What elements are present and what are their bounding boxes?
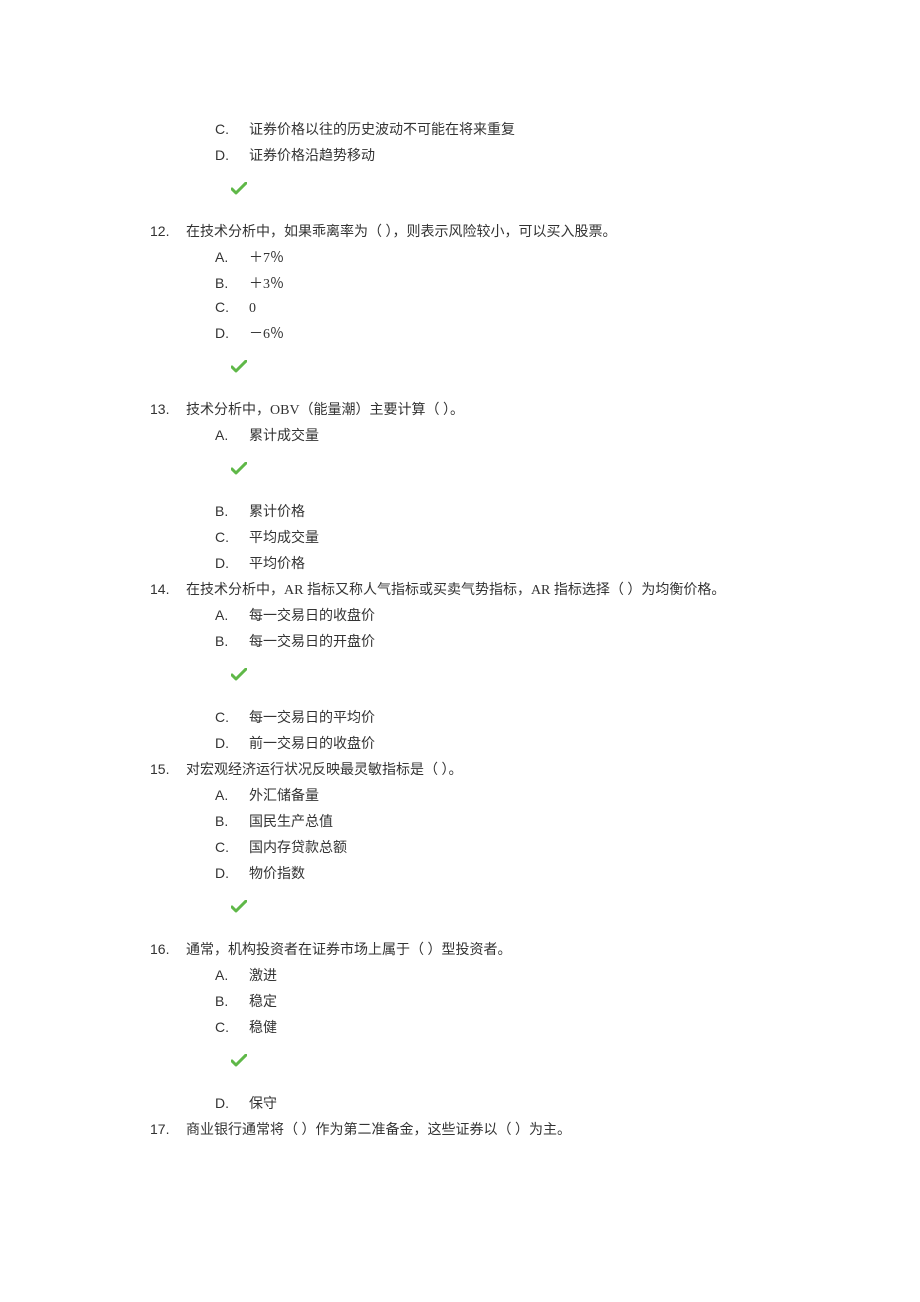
option-letter: C. xyxy=(215,709,249,725)
option-row: C. 平均成交量 xyxy=(215,524,780,550)
option-text: ＋7％ xyxy=(249,247,284,267)
question-text: 技术分析中，OBV（能量潮）主要计算（ ）。 xyxy=(186,399,464,419)
option-letter: D. xyxy=(215,735,249,751)
option-row: C. 稳健 xyxy=(215,1014,780,1040)
question-stem: 17. 商业银行通常将（ ）作为第二准备金，这些证券以（ ）为主。 xyxy=(150,1116,780,1142)
option-text: 每一交易日的收盘价 xyxy=(249,605,375,625)
option-letter: B. xyxy=(215,275,249,291)
option-letter: C. xyxy=(215,529,249,545)
correct-mark-row xyxy=(231,360,780,378)
option-text: 物价指数 xyxy=(249,863,305,883)
question-text: 在技术分析中，如果乖离率为（ ），则表示风险较小，可以买入股票。 xyxy=(186,221,617,241)
correct-mark-row xyxy=(231,1054,780,1072)
check-icon xyxy=(231,360,780,374)
option-row: D. 物价指数 xyxy=(215,860,780,886)
option-letter: B. xyxy=(215,633,249,649)
option-letter: B. xyxy=(215,813,249,829)
option-letter: A. xyxy=(215,787,249,803)
option-row: C. 每一交易日的平均价 xyxy=(215,704,780,730)
option-row: A. 每一交易日的收盘价 xyxy=(215,602,780,628)
question-stem: 16. 通常，机构投资者在证券市场上属于（ ）型投资者。 xyxy=(150,936,780,962)
option-row: C. 0 xyxy=(215,296,780,320)
option-letter: D. xyxy=(215,147,249,163)
check-icon xyxy=(231,900,780,914)
option-text: 累计价格 xyxy=(249,501,305,521)
option-letter: D. xyxy=(215,325,249,341)
option-row: C. 国内存贷款总额 xyxy=(215,834,780,860)
check-icon xyxy=(231,182,780,196)
question-text: 对宏观经济运行状况反映最灵敏指标是（ ）。 xyxy=(186,759,463,779)
question-text: 商业银行通常将（ ）作为第二准备金，这些证券以（ ）为主。 xyxy=(186,1119,571,1139)
check-icon xyxy=(231,462,780,476)
option-text: 累计成交量 xyxy=(249,425,319,445)
option-letter: A. xyxy=(215,967,249,983)
correct-mark-row xyxy=(231,462,780,480)
option-row: D. 前一交易日的收盘价 xyxy=(215,730,780,756)
option-text: 每一交易日的开盘价 xyxy=(249,631,375,651)
option-text: ＋3％ xyxy=(249,273,284,293)
option-row: B. 累计价格 xyxy=(215,498,780,524)
question-text: 通常，机构投资者在证券市场上属于（ ）型投资者。 xyxy=(186,939,512,959)
option-text: 前一交易日的收盘价 xyxy=(249,733,375,753)
option-row: D. 平均价格 xyxy=(215,550,780,576)
question-number: 15. xyxy=(150,761,186,777)
question-number: 17. xyxy=(150,1121,186,1137)
option-letter: C. xyxy=(215,1019,249,1035)
question-number: 13. xyxy=(150,401,186,417)
question-number: 16. xyxy=(150,941,186,957)
option-letter: B. xyxy=(215,503,249,519)
option-row: B. 稳定 xyxy=(215,988,780,1014)
option-row: A. 累计成交量 xyxy=(215,422,780,448)
option-text: 稳定 xyxy=(249,991,277,1011)
option-letter: A. xyxy=(215,607,249,623)
question-stem: 12. 在技术分析中，如果乖离率为（ ），则表示风险较小，可以买入股票。 xyxy=(150,218,780,244)
option-text: 平均成交量 xyxy=(249,527,319,547)
correct-mark-row xyxy=(231,668,780,686)
option-letter: C. xyxy=(215,839,249,855)
option-letter: A. xyxy=(215,427,249,443)
question-text: 在技术分析中，AR 指标又称人气指标或买卖气势指标，AR 指标选择（ ）为均衡价… xyxy=(186,579,725,599)
option-text: 国内存贷款总额 xyxy=(249,837,347,857)
option-text: 激进 xyxy=(249,965,277,985)
option-row: B. 每一交易日的开盘价 xyxy=(215,628,780,654)
correct-mark-row xyxy=(231,182,780,200)
option-letter: C. xyxy=(215,121,249,137)
option-letter: D. xyxy=(215,1095,249,1111)
question-stem: 13. 技术分析中，OBV（能量潮）主要计算（ ）。 xyxy=(150,396,780,422)
option-text: 国民生产总值 xyxy=(249,811,333,831)
option-text: 0 xyxy=(249,301,256,317)
option-row: A. ＋7％ xyxy=(215,244,780,270)
option-row: B. 国民生产总值 xyxy=(215,808,780,834)
option-row: D. 证券价格沿趋势移动 xyxy=(215,142,780,168)
question-stem: 15. 对宏观经济运行状况反映最灵敏指标是（ ）。 xyxy=(150,756,780,782)
option-row: A. 外汇储备量 xyxy=(215,782,780,808)
option-letter: B. xyxy=(215,993,249,1009)
question-number: 12. xyxy=(150,223,186,239)
option-text: 平均价格 xyxy=(249,553,305,573)
option-text: 证券价格以往的历史波动不可能在将来重复 xyxy=(249,119,515,139)
option-text: 外汇储备量 xyxy=(249,785,319,805)
option-text: 证券价格沿趋势移动 xyxy=(249,145,375,165)
option-text: 保守 xyxy=(249,1093,277,1113)
option-text: 每一交易日的平均价 xyxy=(249,707,375,727)
option-row: D. －6％ xyxy=(215,320,780,346)
option-text: 稳健 xyxy=(249,1017,277,1037)
correct-mark-row xyxy=(231,900,780,918)
check-icon xyxy=(231,1054,780,1068)
option-row: D. 保守 xyxy=(215,1090,780,1116)
page-content: C. 证券价格以往的历史波动不可能在将来重复 D. 证券价格沿趋势移动 12. … xyxy=(0,0,920,1222)
question-stem: 14. 在技术分析中，AR 指标又称人气指标或买卖气势指标，AR 指标选择（ ）… xyxy=(150,576,780,602)
check-icon xyxy=(231,668,780,682)
option-row: C. 证券价格以往的历史波动不可能在将来重复 xyxy=(215,116,780,142)
option-row: B. ＋3％ xyxy=(215,270,780,296)
option-letter: A. xyxy=(215,249,249,265)
option-row: A. 激进 xyxy=(215,962,780,988)
question-number: 14. xyxy=(150,581,186,597)
option-letter: D. xyxy=(215,555,249,571)
option-letter: C. xyxy=(215,299,249,315)
option-letter: D. xyxy=(215,865,249,881)
option-text: －6％ xyxy=(249,323,284,343)
